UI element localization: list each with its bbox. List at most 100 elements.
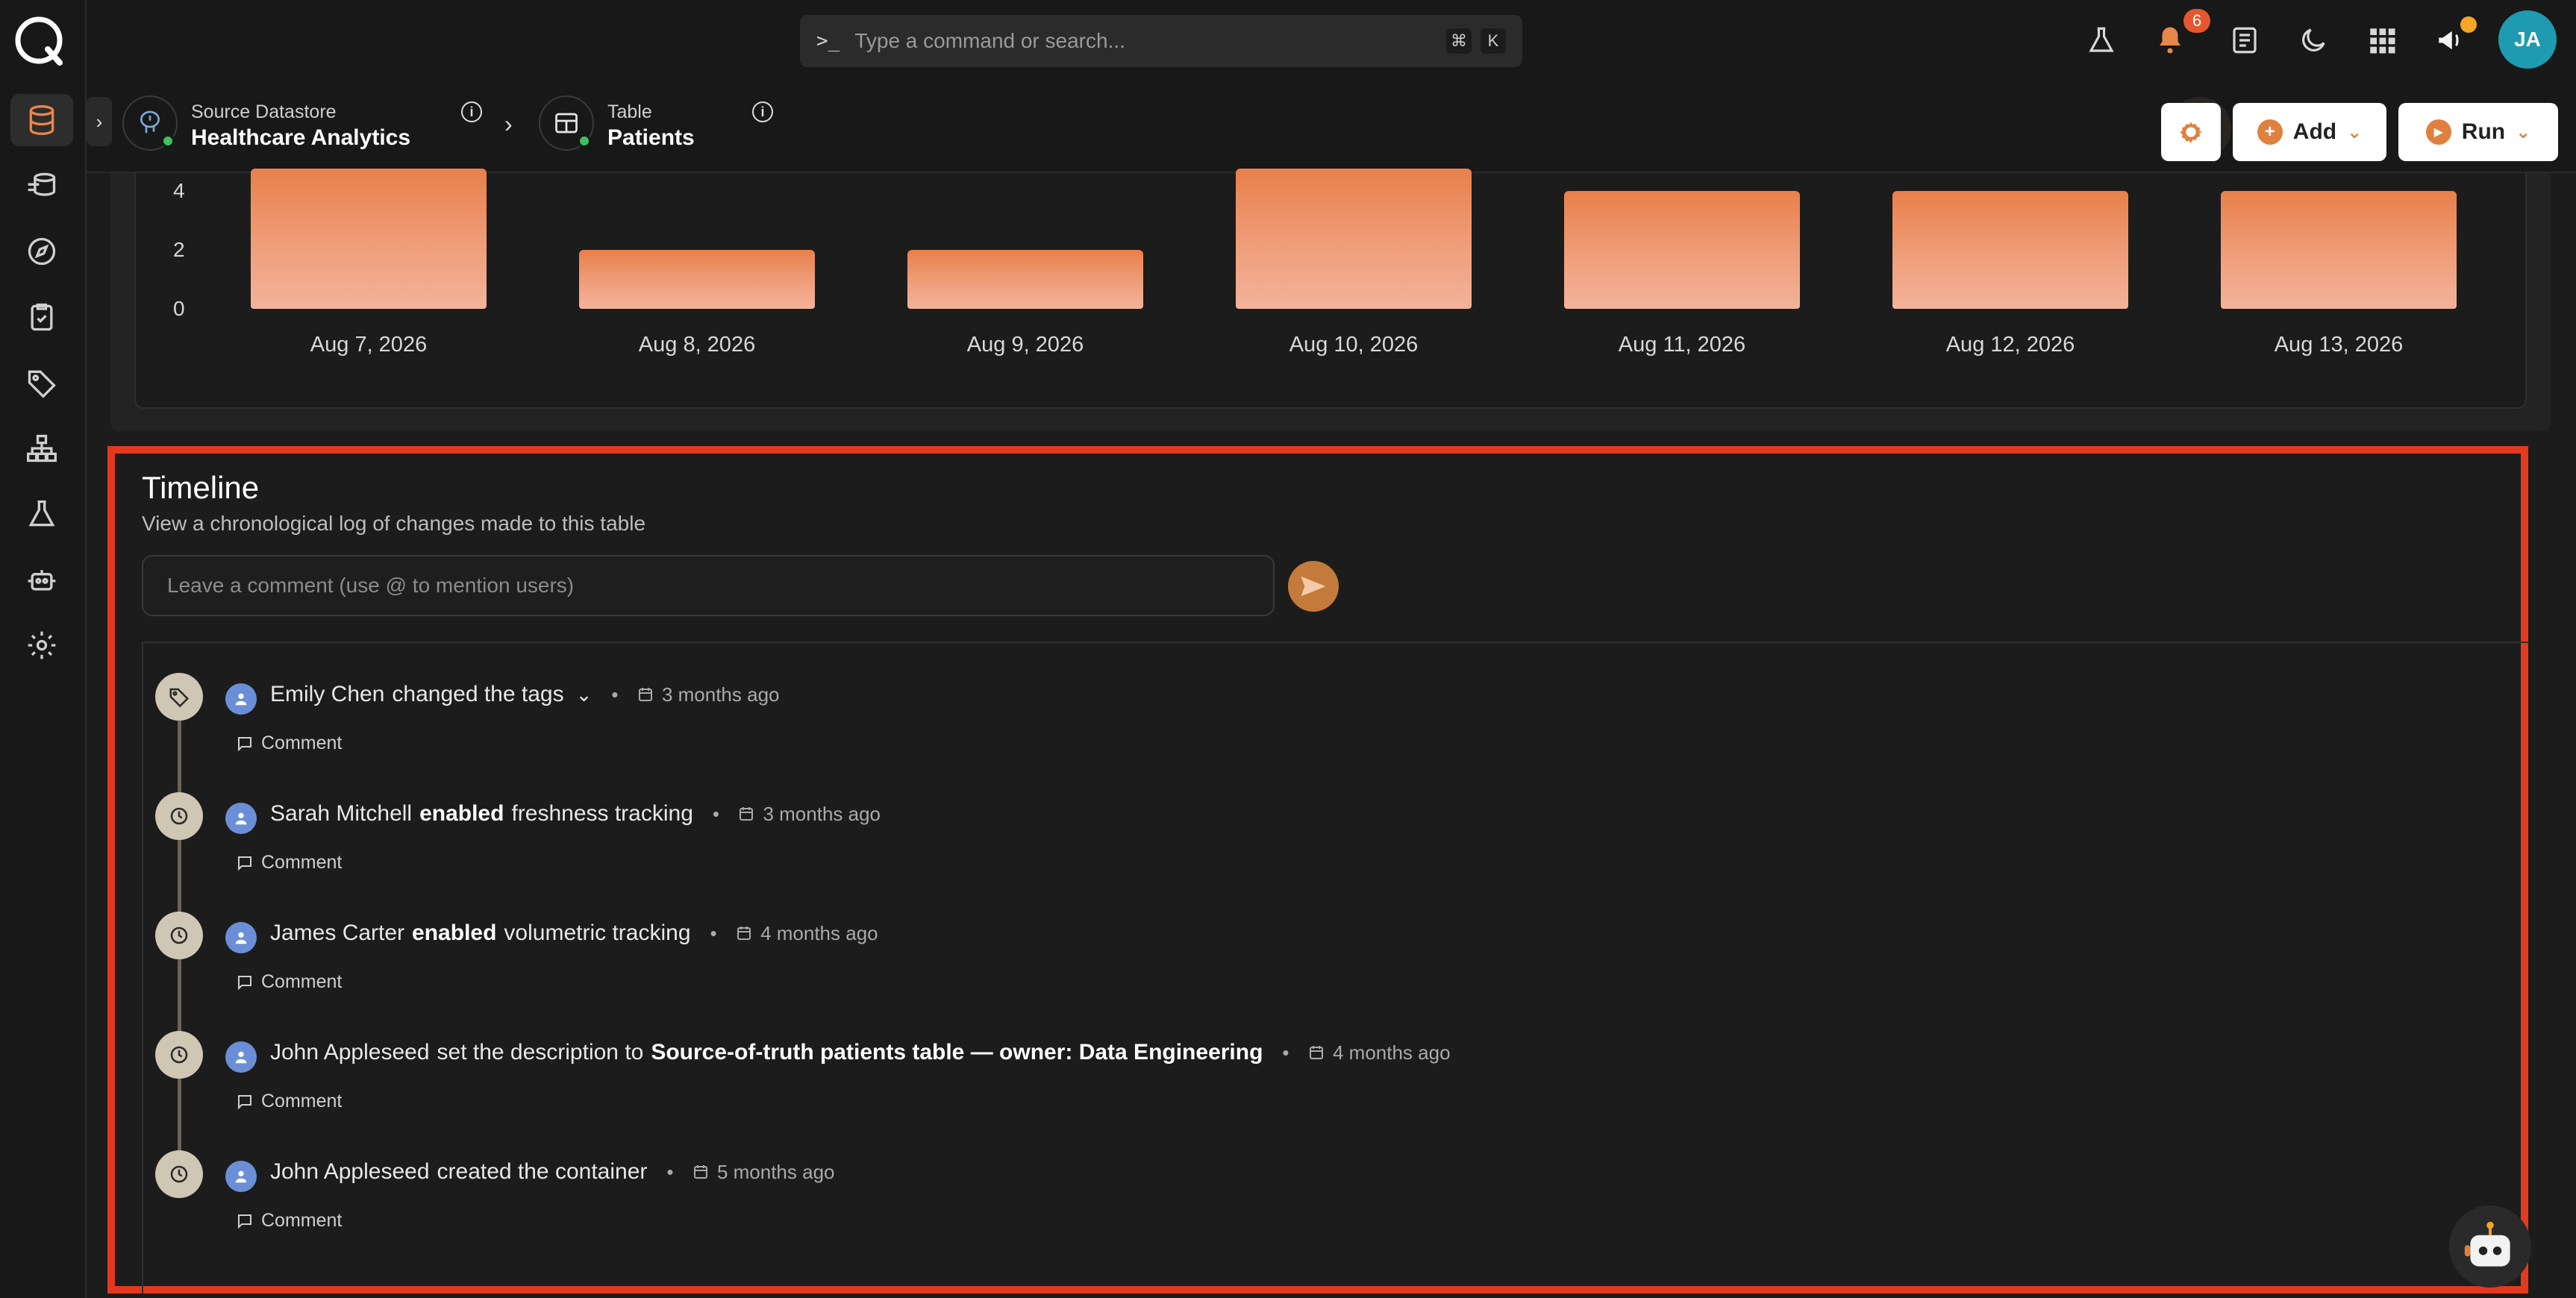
expand-chevron-icon[interactable]: ⌄	[576, 683, 593, 706]
event-type-badge	[155, 792, 203, 840]
sidebar-item-checks[interactable]	[10, 291, 73, 343]
chart-bar[interactable]	[1564, 191, 1800, 309]
assistant-bot-button[interactable]	[2449, 1205, 2531, 1288]
event-type-badge	[155, 1031, 203, 1079]
event-meta: • 3 months ago	[712, 802, 881, 825]
event-type-badge	[155, 673, 203, 721]
breadcrumb: › Source Datastore Healthcare Analytics …	[87, 81, 2576, 173]
clock-icon	[170, 1046, 188, 1064]
user-avatar-small	[225, 1041, 257, 1073]
datastores-icon	[29, 105, 54, 135]
flask-icon	[2089, 27, 2114, 52]
chart-bar[interactable]	[579, 250, 815, 309]
comment-label: Comment	[261, 1210, 343, 1231]
chart-bar[interactable]	[1236, 169, 1472, 309]
timeline-event: Sarah Mitchell enabled freshness tracking •…	[143, 762, 2528, 882]
sidebar-item-tags[interactable]	[10, 357, 73, 409]
lab-button[interactable]	[2081, 19, 2122, 61]
sidebar-item-hierarchy[interactable]	[10, 422, 73, 474]
user-icon	[235, 812, 247, 825]
timeline-section: Timeline View a chronological log of cha…	[107, 446, 2528, 1294]
sidebar	[0, 0, 87, 1298]
event-detail: volumetric tracking	[504, 921, 691, 945]
explore-icon	[28, 237, 56, 266]
app-logo[interactable]	[10, 12, 67, 69]
calendar-icon	[693, 1165, 707, 1179]
x-tick-label: Aug 11, 2026	[1618, 333, 1746, 357]
chevron-down-icon: ⌄	[2347, 122, 2363, 142]
event-action: set the description to	[437, 1040, 644, 1065]
event-comment-button[interactable]: Comment	[236, 1091, 342, 1112]
docs-button[interactable]	[2224, 19, 2266, 61]
comment-input[interactable]: Leave a comment (use @ to mention users)	[142, 555, 1275, 616]
sidebar-item-agent[interactable]	[10, 554, 73, 606]
event-user[interactable]: Emily Chen	[270, 682, 384, 707]
datastore-info-icon[interactable]: i	[461, 101, 482, 122]
comment-placeholder: Leave a comment (use @ to mention users)	[167, 574, 575, 597]
event-description: John Appleseed set the description to Sour…	[270, 1040, 1451, 1065]
comment-icon	[238, 975, 251, 990]
table-info-icon[interactable]: i	[752, 101, 773, 122]
plus-icon: +	[2257, 119, 2283, 145]
table-status-dot	[578, 134, 591, 148]
sidebar-item-flows[interactable]	[10, 160, 73, 212]
settings-button[interactable]	[2161, 103, 2221, 161]
sidebar-item-datastores[interactable]	[10, 94, 73, 146]
expand-sidebar-button[interactable]: ›	[87, 97, 112, 146]
event-detail: freshness tracking	[511, 801, 693, 826]
event-meta: • 4 months ago	[710, 921, 878, 944]
x-tick-label: Aug 10, 2026	[1289, 333, 1419, 357]
event-action: created the container	[437, 1159, 648, 1184]
clock-icon	[170, 927, 188, 944]
comment-icon	[238, 736, 251, 751]
user-avatar-small	[225, 803, 257, 834]
command-search-input[interactable]: >_ Type a command or search... ⌘ K	[800, 15, 1522, 67]
timeline-title: Timeline	[142, 470, 260, 505]
x-tick-label: Aug 9, 2026	[966, 333, 1084, 357]
event-comment-button[interactable]: Comment	[236, 971, 342, 993]
chart-bar[interactable]	[907, 250, 1143, 309]
chart-bar[interactable]	[251, 169, 487, 309]
user-icon	[235, 1170, 247, 1183]
user-avatar[interactable]: JA	[2498, 10, 2557, 69]
event-description: John Appleseed created the container • 5 m…	[270, 1159, 835, 1185]
run-button[interactable]: ▶ Run ⌄	[2398, 103, 2558, 161]
event-comment-button[interactable]: Comment	[236, 1210, 342, 1232]
datastore-name[interactable]: Healthcare Analytics	[191, 125, 410, 151]
user-icon	[235, 932, 247, 944]
event-comment-button[interactable]: Comment	[236, 852, 342, 874]
flow-icon	[28, 172, 56, 196]
chevron-down-icon: ⌄	[2516, 122, 2531, 142]
apps-button[interactable]	[2361, 19, 2403, 61]
event-description: Sarah Mitchell enabled freshness tracking •…	[270, 801, 881, 827]
event-type-badge	[155, 912, 203, 959]
lab-icon	[28, 500, 55, 527]
comment-icon	[238, 856, 251, 871]
event-user[interactable]: John Appleseed	[270, 1040, 430, 1065]
checks-icon	[31, 303, 53, 331]
chart-bar[interactable]	[2221, 191, 2457, 309]
theme-toggle-button[interactable]	[2292, 19, 2334, 61]
event-user[interactable]: Sarah Mitchell	[270, 801, 412, 827]
send-comment-button[interactable]	[1288, 561, 1339, 612]
sidebar-item-explore[interactable]	[10, 225, 73, 278]
announcement-dot	[2460, 16, 2477, 33]
y-tick-label: 2	[173, 238, 185, 261]
comment-label: Comment	[261, 1091, 343, 1112]
sidebar-item-lab[interactable]	[10, 488, 73, 540]
event-highlight: enabled	[419, 801, 504, 826]
chart-bar[interactable]	[1892, 191, 2128, 309]
event-user[interactable]: James Carter	[270, 921, 404, 946]
comment-label: Comment	[261, 733, 343, 753]
event-time: 4 months ago	[760, 921, 878, 944]
x-tick-label: Aug 13, 2026	[2274, 333, 2404, 357]
add-button[interactable]: + Add ⌄	[2233, 103, 2386, 161]
sidebar-item-settings[interactable]	[10, 619, 73, 671]
event-user[interactable]: John Appleseed	[270, 1159, 430, 1185]
event-comment-button[interactable]: Comment	[236, 733, 342, 754]
document-icon	[2233, 27, 2257, 54]
event-type-badge	[155, 1150, 203, 1198]
table-name[interactable]: Patients	[607, 125, 695, 151]
search-placeholder: Type a command or search...	[854, 29, 1125, 52]
user-icon	[235, 1051, 247, 1064]
